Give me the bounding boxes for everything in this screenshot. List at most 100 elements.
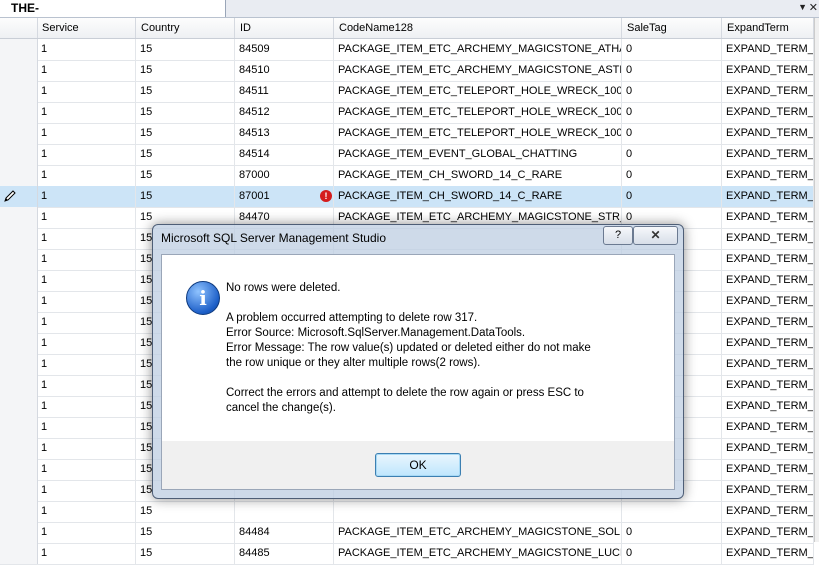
row-selector[interactable] bbox=[0, 438, 38, 459]
cell-id[interactable]: 84512 bbox=[235, 102, 334, 123]
cell-expandterm[interactable]: EXPAND_TERM_... bbox=[722, 312, 814, 333]
row-selector[interactable] bbox=[0, 543, 38, 564]
cell-country[interactable]: 15 bbox=[136, 186, 235, 207]
row-selector[interactable] bbox=[0, 396, 38, 417]
row-selector[interactable] bbox=[0, 501, 38, 522]
row-selector[interactable] bbox=[0, 480, 38, 501]
cell-service[interactable]: 1 bbox=[37, 207, 136, 228]
cell-saletag[interactable]: 0 bbox=[622, 39, 722, 60]
cell-id[interactable]: 84510 bbox=[235, 60, 334, 81]
cell-expandterm[interactable]: EXPAND_TERM_... bbox=[722, 375, 814, 396]
cell-saletag[interactable]: 0 bbox=[622, 186, 722, 207]
cell-codename128[interactable]: PACKAGE_ITEM_ETC_ARCHEMY_MAGICSTONE_ASTR… bbox=[334, 60, 622, 81]
table-row[interactable]: 1 15 84484 PACKAGE_ITEM_ETC_ARCHEMY_MAGICST… bbox=[0, 522, 814, 544]
cell-expandterm[interactable]: EXPAND_TERM_... bbox=[722, 81, 814, 102]
document-tab[interactable]: THE-GHOST\SQLE..._RefPackageItem bbox=[0, 0, 226, 31]
cell-codename128[interactable]: PACKAGE_ITEM_ETC_TELEPORT_HOLE_WRECK_100… bbox=[334, 123, 622, 144]
cell-country[interactable]: 15 bbox=[136, 543, 235, 564]
cell-id[interactable]: 84513 bbox=[235, 123, 334, 144]
cell-service[interactable]: 1 bbox=[37, 333, 136, 354]
row-selector[interactable] bbox=[0, 144, 38, 165]
table-row[interactable]: 1 15 84514 PACKAGE_ITEM_EVENT_GLOBAL_CHATTI… bbox=[0, 144, 814, 166]
cell-expandterm[interactable]: EXPAND_TERM_... bbox=[722, 102, 814, 123]
cell-saletag[interactable]: 0 bbox=[622, 543, 722, 564]
cell-country[interactable]: 15 bbox=[136, 501, 235, 522]
close-button[interactable]: ✕ bbox=[633, 226, 678, 245]
cell-service[interactable]: 1 bbox=[37, 417, 136, 438]
cell-service[interactable]: 1 bbox=[37, 165, 136, 186]
cell-codename128[interactable]: PACKAGE_ITEM_ETC_ARCHEMY_MAGICSTONE_SOLI… bbox=[334, 522, 622, 543]
cell-id[interactable]: 87000 bbox=[235, 165, 334, 186]
table-row[interactable]: 1 15 EXPAND_TERM_... bbox=[0, 501, 814, 523]
chevron-down-icon[interactable]: ▼ bbox=[798, 2, 807, 12]
row-selector[interactable] bbox=[0, 39, 38, 60]
cell-service[interactable]: 1 bbox=[37, 480, 136, 501]
cell-saletag[interactable]: 0 bbox=[622, 102, 722, 123]
cell-expandterm[interactable]: EXPAND_TERM_... bbox=[722, 123, 814, 144]
cell-expandterm[interactable]: EXPAND_TERM_... bbox=[722, 207, 814, 228]
cell-saletag[interactable]: 0 bbox=[622, 144, 722, 165]
cell-service[interactable]: 1 bbox=[37, 81, 136, 102]
table-row[interactable]: 1 15 84485 PACKAGE_ITEM_ETC_ARCHEMY_MAGICST… bbox=[0, 543, 814, 565]
cell-expandterm[interactable]: EXPAND_TERM_... bbox=[722, 438, 814, 459]
row-selector[interactable] bbox=[0, 459, 38, 480]
cell-id[interactable]: 84514 bbox=[235, 144, 334, 165]
row-selector[interactable] bbox=[0, 228, 38, 249]
row-selector[interactable] bbox=[0, 333, 38, 354]
column-header-codename128[interactable]: CodeName128 bbox=[334, 18, 622, 38]
column-header-saletag[interactable]: SaleTag bbox=[622, 18, 722, 38]
cell-service[interactable]: 1 bbox=[37, 396, 136, 417]
cell-service[interactable]: 1 bbox=[37, 375, 136, 396]
row-selector[interactable] bbox=[0, 81, 38, 102]
cell-country[interactable]: 15 bbox=[136, 165, 235, 186]
cell-service[interactable]: 1 bbox=[37, 543, 136, 564]
cell-country[interactable]: 15 bbox=[136, 123, 235, 144]
cell-expandterm[interactable]: EXPAND_TERM_... bbox=[722, 270, 814, 291]
row-selector[interactable] bbox=[0, 417, 38, 438]
row-selector[interactable] bbox=[0, 165, 38, 186]
cell-expandterm[interactable]: EXPAND_TERM_... bbox=[722, 60, 814, 81]
cell-service[interactable]: 1 bbox=[37, 312, 136, 333]
cell-codename128[interactable]: PACKAGE_ITEM_ETC_ARCHEMY_MAGICSTONE_ATHA… bbox=[334, 39, 622, 60]
column-header-id[interactable]: ID bbox=[235, 18, 334, 38]
column-header-service[interactable]: Service bbox=[37, 18, 136, 38]
cell-saletag[interactable]: 0 bbox=[622, 123, 722, 144]
cell-service[interactable]: 1 bbox=[37, 501, 136, 522]
cell-service[interactable]: 1 bbox=[37, 60, 136, 81]
cell-service[interactable]: 1 bbox=[37, 354, 136, 375]
cell-expandterm[interactable]: EXPAND_TERM_... bbox=[722, 501, 814, 522]
cell-expandterm[interactable]: EXPAND_TERM_... bbox=[722, 543, 814, 564]
cell-codename128[interactable]: PACKAGE_ITEM_ETC_TELEPORT_HOLE_WRECK_100… bbox=[334, 102, 622, 123]
cell-codename128[interactable]: PACKAGE_ITEM_ETC_TELEPORT_HOLE_WRECK_100… bbox=[334, 81, 622, 102]
cell-codename128[interactable]: PACKAGE_ITEM_CH_SWORD_14_C_RARE bbox=[334, 186, 622, 207]
row-selector[interactable] bbox=[0, 354, 38, 375]
table-row[interactable]: 1 15 84511 PACKAGE_ITEM_ETC_TELEPORT_HOLE_W… bbox=[0, 81, 814, 103]
table-row[interactable]: 1 15 84510 PACKAGE_ITEM_ETC_ARCHEMY_MAGICST… bbox=[0, 60, 814, 82]
cell-service[interactable]: 1 bbox=[37, 249, 136, 270]
cell-service[interactable]: 1 bbox=[37, 459, 136, 480]
cell-service[interactable]: 1 bbox=[37, 522, 136, 543]
row-selector[interactable] bbox=[0, 291, 38, 312]
row-selector[interactable] bbox=[0, 60, 38, 81]
column-header-expandterm[interactable]: ExpandTerm bbox=[722, 18, 814, 38]
cell-id[interactable]: 84484 bbox=[235, 522, 334, 543]
cell-service[interactable]: 1 bbox=[37, 144, 136, 165]
row-selector[interactable] bbox=[0, 375, 38, 396]
cell-expandterm[interactable]: EXPAND_TERM_... bbox=[722, 144, 814, 165]
cell-id[interactable]: 84511 bbox=[235, 81, 334, 102]
cell-service[interactable]: 1 bbox=[37, 228, 136, 249]
cell-expandterm[interactable]: EXPAND_TERM_... bbox=[722, 291, 814, 312]
cell-service[interactable]: 1 bbox=[37, 270, 136, 291]
column-header-country[interactable]: Country bbox=[136, 18, 235, 38]
table-row[interactable]: 1 15 84509 PACKAGE_ITEM_ETC_ARCHEMY_MAGICST… bbox=[0, 39, 814, 61]
cell-saletag[interactable]: 0 bbox=[622, 60, 722, 81]
help-button[interactable]: ? bbox=[603, 226, 633, 245]
cell-expandterm[interactable]: EXPAND_TERM_... bbox=[722, 186, 814, 207]
table-row[interactable]: 1 15 87000 PACKAGE_ITEM_CH_SWORD_14_C_RARE 0… bbox=[0, 165, 814, 187]
cell-expandterm[interactable]: EXPAND_TERM_... bbox=[722, 522, 814, 543]
cell-country[interactable]: 15 bbox=[136, 144, 235, 165]
row-selector[interactable] bbox=[0, 186, 38, 207]
ok-button[interactable]: OK bbox=[375, 453, 461, 477]
cell-expandterm[interactable]: EXPAND_TERM_... bbox=[722, 165, 814, 186]
cell-expandterm[interactable]: EXPAND_TERM_... bbox=[722, 396, 814, 417]
